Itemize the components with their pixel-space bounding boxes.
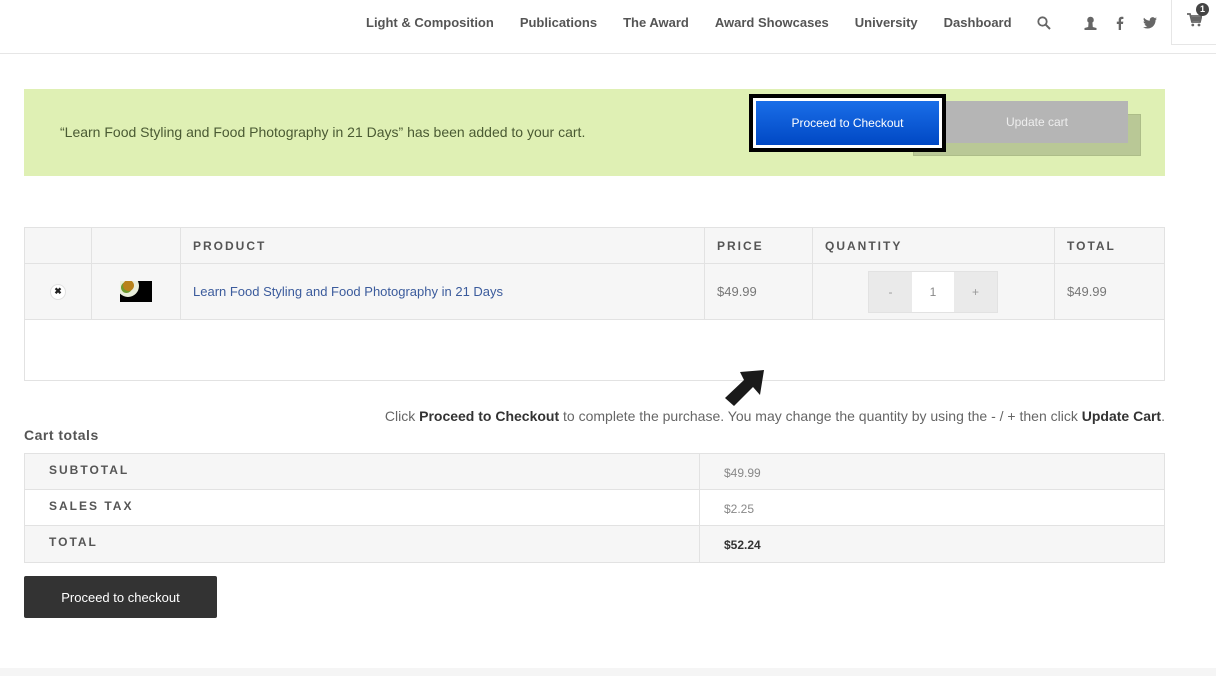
subtotal-row: SUBTOTAL $49.99 — [25, 454, 1164, 490]
nav-dashboard[interactable]: Dashboard — [944, 15, 1012, 30]
quantity-stepper: - + — [868, 270, 998, 313]
user-icon[interactable] — [1082, 15, 1098, 31]
header-product: PRODUCT — [181, 228, 705, 263]
total-cell: $49.99 — [1055, 264, 1164, 319]
facebook-icon[interactable] — [1112, 15, 1128, 31]
site-header: Light & Composition Publications The Awa… — [0, 0, 1216, 54]
sales-tax-label: SALES TAX — [25, 490, 700, 525]
header-remove — [25, 228, 92, 263]
pointer-arrow-icon — [725, 370, 764, 406]
instructions-text-pre: Click — [384, 408, 420, 424]
cart-count-badge: 1 — [1196, 3, 1209, 16]
nav-the-award[interactable]: The Award — [623, 15, 689, 30]
quantity-cell: - + — [813, 264, 1055, 319]
quantity-input[interactable] — [912, 271, 954, 312]
checkout-highlight-frame: Proceed to Checkout — [749, 94, 946, 152]
checkout-instructions: Click Proceed to Checkout to complete th… — [385, 408, 1165, 424]
cart-table-header: PRODUCT PRICE QUANTITY TOTAL — [25, 228, 1164, 264]
twitter-icon[interactable] — [1142, 15, 1158, 31]
quantity-decrease-button[interactable]: - — [869, 271, 912, 312]
header-icons — [1036, 0, 1158, 45]
header-price: PRICE — [705, 228, 813, 263]
update-cart-button[interactable]: Update cart — [946, 101, 1128, 143]
nav-university[interactable]: University — [855, 15, 918, 30]
instructions-bold-checkout: Proceed to Checkout — [419, 408, 560, 424]
remove-cell: ✖ — [25, 264, 92, 319]
product-link[interactable]: Learn Food Styling and Food Photography … — [181, 284, 503, 299]
item-total: $49.99 — [1067, 284, 1107, 299]
header-quantity: QUANTITY — [813, 228, 1055, 263]
item-price: $49.99 — [717, 284, 757, 299]
thumbnail-cell — [92, 264, 181, 319]
proceed-to-checkout-bottom-button[interactable]: Proceed to checkout — [24, 576, 217, 618]
notice-message: “Learn Food Styling and Food Photography… — [60, 124, 586, 140]
cart-table: PRODUCT PRICE QUANTITY TOTAL ✖ Learn Foo… — [24, 227, 1165, 381]
nav-light-composition[interactable]: Light & Composition — [366, 15, 494, 30]
cart-button[interactable]: 1 — [1171, 0, 1216, 45]
cart-item-row: ✖ Learn Food Styling and Food Photograph… — [25, 264, 1164, 320]
product-thumbnail[interactable] — [120, 281, 152, 302]
search-icon[interactable] — [1036, 15, 1052, 31]
order-total-label: TOTAL — [25, 526, 700, 562]
nav-award-showcases[interactable]: Award Showcases — [715, 15, 829, 30]
header-thumbnail — [92, 228, 181, 263]
cart-totals-table: SUBTOTAL $49.99 SALES TAX $2.25 TOTAL $5… — [24, 453, 1165, 563]
footer-strip — [0, 668, 1216, 676]
order-total-value: $52.24 — [724, 538, 761, 552]
nav-publications[interactable]: Publications — [520, 15, 597, 30]
header-total: TOTAL — [1067, 238, 1116, 253]
instructions-text-post: . — [1161, 408, 1165, 424]
instructions-text-mid: to complete the purchase. You may change… — [559, 408, 1082, 424]
quantity-increase-button[interactable]: + — [954, 271, 997, 312]
cart-totals-title: Cart totals — [24, 427, 99, 443]
subtotal-label: SUBTOTAL — [25, 454, 700, 489]
sales-tax-value: $2.25 — [724, 501, 755, 516]
order-total-row: TOTAL $52.24 — [25, 526, 1164, 562]
main-nav: Light & Composition Publications The Awa… — [366, 0, 1012, 45]
cart-actions-row — [25, 320, 1164, 380]
price-cell: $49.99 — [705, 264, 813, 319]
proceed-to-checkout-button[interactable]: Proceed to Checkout — [756, 101, 939, 145]
sales-tax-row: SALES TAX $2.25 — [25, 490, 1164, 526]
instructions-bold-update: Update Cart — [1081, 408, 1162, 424]
remove-item-icon[interactable]: ✖ — [50, 283, 66, 300]
subtotal-value: $49.99 — [724, 465, 761, 480]
product-cell: Learn Food Styling and Food Photography … — [181, 264, 705, 319]
